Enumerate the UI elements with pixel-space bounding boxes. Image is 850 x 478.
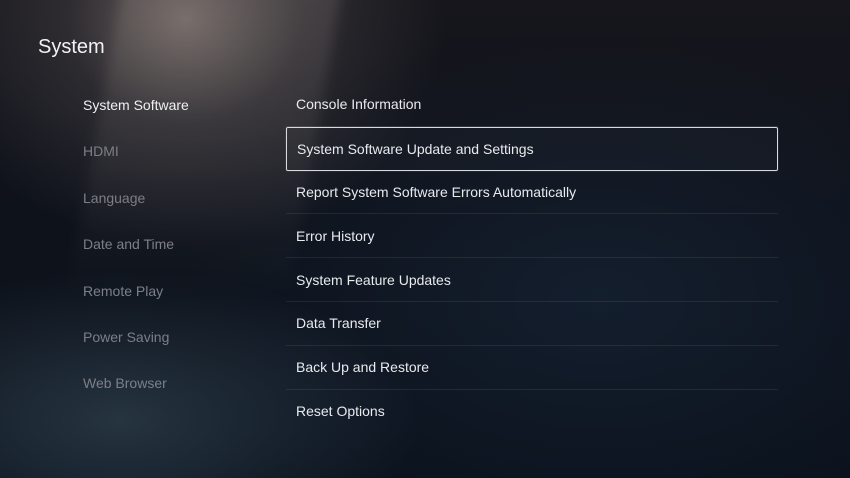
menu-item-reset-options[interactable]: Reset Options bbox=[286, 390, 778, 434]
sidebar-item-date-and-time[interactable]: Date and Time bbox=[83, 233, 263, 279]
system-software-options-list: Console Information System Software Upda… bbox=[286, 83, 778, 433]
sidebar-item-remote-play[interactable]: Remote Play bbox=[83, 280, 263, 326]
sidebar-item-power-saving[interactable]: Power Saving bbox=[83, 326, 263, 372]
page-title: System bbox=[38, 36, 105, 58]
menu-item-data-transfer[interactable]: Data Transfer bbox=[286, 302, 778, 346]
sidebar-item-hdmi[interactable]: HDMI bbox=[83, 140, 263, 186]
menu-item-error-history[interactable]: Error History bbox=[286, 214, 778, 259]
menu-item-label: System Software Update and Settings bbox=[297, 140, 534, 157]
menu-item-system-software-update-and-settings[interactable]: System Software Update and Settings bbox=[286, 126, 778, 171]
menu-item-report-system-software-errors[interactable]: Report System Software Errors Automatica… bbox=[286, 171, 778, 215]
menu-item-label: System Feature Updates bbox=[296, 271, 451, 288]
sidebar-item-web-browser[interactable]: Web Browser bbox=[83, 372, 263, 418]
settings-category-nav: System Software HDMI Language Date and T… bbox=[83, 94, 263, 419]
sidebar-item-system-software[interactable]: System Software bbox=[83, 94, 263, 140]
menu-item-label: Error History bbox=[296, 227, 375, 244]
sidebar-item-language[interactable]: Language bbox=[83, 187, 263, 233]
menu-item-label: Data Transfer bbox=[296, 315, 381, 332]
settings-screen: System System Software HDMI Language Dat… bbox=[0, 0, 850, 478]
menu-item-label: Back Up and Restore bbox=[296, 359, 430, 376]
menu-item-label: Reset Options bbox=[296, 403, 385, 420]
menu-item-label: Report System Software Errors Automatica… bbox=[296, 183, 577, 200]
menu-item-back-up-and-restore[interactable]: Back Up and Restore bbox=[286, 346, 778, 390]
menu-item-console-information[interactable]: Console Information bbox=[286, 83, 778, 127]
menu-item-label: Console Information bbox=[296, 96, 422, 113]
menu-item-system-feature-updates[interactable]: System Feature Updates bbox=[286, 258, 778, 302]
